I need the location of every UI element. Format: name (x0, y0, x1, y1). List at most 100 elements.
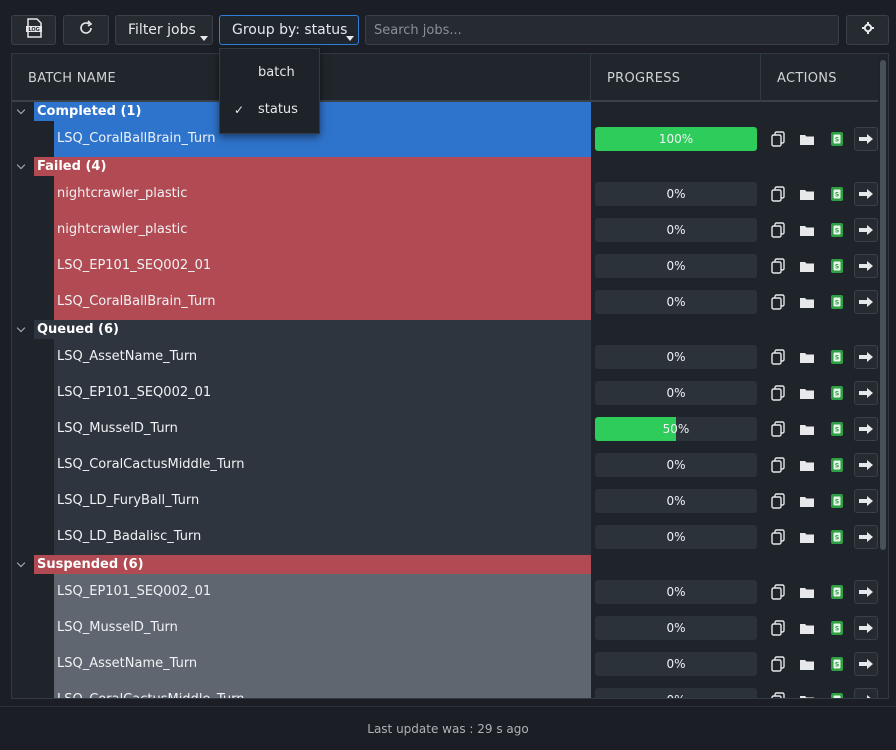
arrow-right-icon[interactable] (854, 182, 878, 206)
scene-file-icon[interactable]: S (827, 491, 847, 511)
scene-file-icon[interactable]: S (827, 129, 847, 149)
group-by-option-status[interactable]: ✓ status (220, 92, 321, 128)
folder-icon[interactable] (797, 491, 817, 511)
group-by-option-batch[interactable]: batch (220, 55, 321, 91)
folder-icon[interactable] (797, 527, 817, 547)
table-row[interactable]: LSQ_CoralCactusMiddle_Turn 0% S (12, 682, 880, 698)
arrow-right-icon[interactable] (854, 453, 878, 477)
scene-file-icon[interactable]: S (827, 292, 847, 312)
search-input[interactable] (365, 15, 839, 45)
arrow-right-icon[interactable] (854, 254, 878, 278)
folder-icon[interactable] (797, 455, 817, 475)
table-row[interactable]: LSQ_MusselD_Turn 0% S (12, 610, 880, 646)
folder-icon[interactable] (797, 256, 817, 276)
table-row[interactable]: LSQ_CoralBallBrain_Turn 100% S (12, 121, 880, 157)
chevron-down-icon[interactable] (16, 558, 26, 568)
arrow-right-icon[interactable] (854, 127, 878, 151)
scene-file-icon[interactable]: S (827, 582, 847, 602)
folder-icon[interactable] (797, 220, 817, 240)
arrow-right-icon[interactable] (854, 489, 878, 513)
table-row[interactable]: nightcrawler_plastic 0% S (12, 212, 880, 248)
group-row[interactable]: Queued (6) (12, 320, 880, 339)
folder-icon[interactable] (797, 184, 817, 204)
folder-icon[interactable] (797, 690, 817, 698)
arrow-right-icon[interactable] (854, 525, 878, 549)
scene-file-icon[interactable]: S (827, 184, 847, 204)
arrow-right-icon[interactable] (854, 580, 878, 604)
chevron-down-icon[interactable] (16, 323, 26, 333)
arrow-right-icon[interactable] (854, 290, 878, 314)
scene-file-icon[interactable]: S (827, 654, 847, 674)
scene-file-icon[interactable]: S (827, 618, 847, 638)
batch-name-cell: nightcrawler_plastic (54, 212, 591, 248)
scene-file-icon[interactable]: S (827, 690, 847, 698)
arrow-right-icon[interactable] (854, 688, 878, 698)
progress-text: 0% (666, 458, 686, 472)
arrow-right-icon[interactable] (854, 345, 878, 369)
scrollbar-thumb[interactable] (880, 60, 886, 550)
table-row[interactable]: LSQ_EP101_SEQ002_01 0% S (12, 248, 880, 284)
filter-jobs-dropdown[interactable]: Filter jobs (115, 15, 213, 45)
table-row[interactable]: LSQ_LD_FuryBall_Turn 0% S (12, 483, 880, 519)
refresh-button[interactable] (63, 15, 109, 45)
scene-file-icon[interactable]: S (827, 455, 847, 475)
table-row[interactable]: LSQ_EP101_SEQ002_01 0% S (12, 574, 880, 610)
copy-icon[interactable] (768, 618, 788, 638)
copy-icon[interactable] (768, 129, 788, 149)
copy-icon[interactable] (768, 690, 788, 698)
column-header-progress[interactable]: PROGRESS (591, 54, 761, 102)
scene-file-icon[interactable]: S (827, 383, 847, 403)
scene-file-icon[interactable]: S (827, 527, 847, 547)
table-row[interactable]: LSQ_CoralCactusMiddle_Turn 0% S (12, 447, 880, 483)
copy-icon[interactable] (768, 654, 788, 674)
folder-icon[interactable] (797, 347, 817, 367)
copy-icon[interactable] (768, 383, 788, 403)
copy-icon[interactable] (768, 220, 788, 240)
copy-icon[interactable] (768, 292, 788, 312)
group-label: Failed (4) (34, 157, 591, 176)
chevron-down-icon[interactable] (16, 105, 26, 115)
table-row[interactable]: LSQ_LD_Badalisc_Turn 0% S (12, 519, 880, 555)
copy-icon[interactable] (768, 582, 788, 602)
arrow-right-icon[interactable] (854, 652, 878, 676)
arrow-right-icon[interactable] (854, 616, 878, 640)
folder-icon[interactable] (797, 654, 817, 674)
scene-file-icon[interactable]: S (827, 220, 847, 240)
batch-name-cell: LSQ_EP101_SEQ002_01 (54, 248, 591, 284)
vertical-scrollbar[interactable] (878, 54, 888, 698)
table-row[interactable]: LSQ_EP101_SEQ002_01 0% S (12, 375, 880, 411)
table-row[interactable]: nightcrawler_plastic 0% S (12, 176, 880, 212)
progress-text: 0% (666, 187, 686, 201)
folder-icon[interactable] (797, 618, 817, 638)
copy-icon[interactable] (768, 455, 788, 475)
table-row[interactable]: LSQ_CoralBallBrain_Turn 0% S (12, 284, 880, 320)
progress-text: 0% (666, 585, 686, 599)
folder-icon[interactable] (797, 419, 817, 439)
copy-icon[interactable] (768, 184, 788, 204)
folder-icon[interactable] (797, 129, 817, 149)
chevron-down-icon[interactable] (16, 160, 26, 170)
folder-icon[interactable] (797, 292, 817, 312)
arrow-right-icon[interactable] (854, 218, 878, 242)
table-row[interactable]: LSQ_MusselD_Turn 50% S (12, 411, 880, 447)
copy-icon[interactable] (768, 419, 788, 439)
copy-icon[interactable] (768, 347, 788, 367)
group-row[interactable]: Failed (4) (12, 157, 880, 176)
scene-file-icon[interactable]: S (827, 256, 847, 276)
table-row[interactable]: LSQ_AssetName_Turn 0% S (12, 646, 880, 682)
copy-icon[interactable] (768, 527, 788, 547)
settings-button[interactable] (846, 15, 889, 45)
copy-icon[interactable] (768, 491, 788, 511)
scene-file-icon[interactable]: S (827, 419, 847, 439)
table-row[interactable]: LSQ_AssetName_Turn 0% S (12, 339, 880, 375)
scene-file-icon[interactable]: S (827, 347, 847, 367)
folder-icon[interactable] (797, 582, 817, 602)
arrow-right-icon[interactable] (854, 417, 878, 441)
copy-icon[interactable] (768, 256, 788, 276)
folder-icon[interactable] (797, 383, 817, 403)
log-button[interactable]: LOG (11, 15, 56, 45)
arrow-right-icon[interactable] (854, 381, 878, 405)
group-by-dropdown[interactable]: Group by: status (219, 15, 359, 45)
group-row[interactable]: Suspended (6) (12, 555, 880, 574)
group-row[interactable]: Completed (1) (12, 102, 880, 121)
